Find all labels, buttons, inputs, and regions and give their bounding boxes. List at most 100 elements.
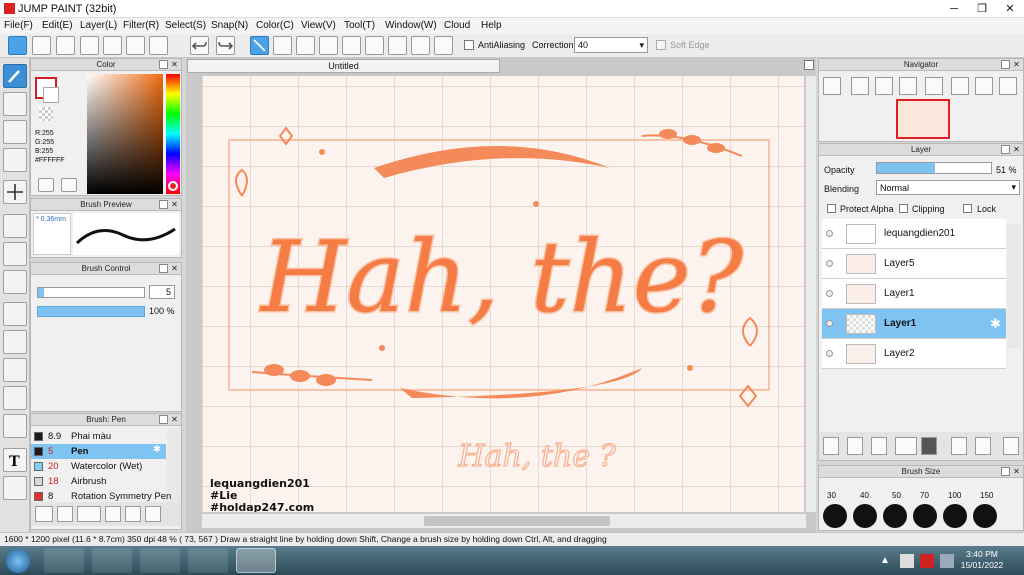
brush-tree-icon[interactable] (35, 506, 53, 522)
rotate-icon[interactable] (925, 77, 943, 95)
layer-text-icon[interactable] (871, 437, 887, 455)
snap-settings-icon[interactable] (434, 36, 453, 55)
brush-size-option[interactable]: 30 (827, 491, 836, 500)
zoom-in-icon[interactable] (823, 77, 841, 95)
snap-parallel-icon[interactable] (273, 36, 292, 55)
jump-paint-taskbar-icon[interactable] (236, 548, 276, 573)
visibility-icon[interactable] (826, 320, 833, 327)
zoom-out-icon[interactable] (899, 77, 917, 95)
visibility-icon[interactable] (826, 350, 833, 357)
folder-icon[interactable] (188, 548, 228, 573)
horizontal-scrollbar[interactable] (202, 514, 806, 528)
network-icon[interactable] (940, 554, 954, 568)
menu-help[interactable]: Help (481, 20, 502, 31)
layer-scrollbar[interactable] (1007, 224, 1021, 348)
rectangle-select-icon[interactable] (3, 120, 27, 144)
menu-select[interactable]: Select(S) (165, 20, 206, 31)
protect-alpha-checkbox[interactable] (827, 204, 836, 213)
brush-item[interactable]: 8 Rotation Symmetry Pen (31, 489, 181, 504)
vertical-scrollbar[interactable] (806, 76, 816, 512)
tray-flag-icon[interactable] (900, 554, 914, 568)
new-brush-icon[interactable] (57, 506, 73, 522)
background-color-swatch[interactable] (43, 87, 59, 103)
saturation-value-picker[interactable] (87, 74, 163, 194)
brush-size-option[interactable]: 40 (860, 491, 869, 500)
brush-opacity-slider[interactable] (37, 306, 145, 317)
lock-checkbox[interactable] (963, 204, 972, 213)
menu-cloud[interactable]: Cloud (444, 20, 470, 31)
brush-settings-icon[interactable]: ✱ (153, 444, 161, 455)
undo-icon[interactable] (190, 36, 209, 55)
snap-grid-icon[interactable] (296, 36, 315, 55)
antialiasing-checkbox[interactable] (464, 40, 474, 50)
media-player-icon[interactable] (44, 548, 84, 573)
move-tool-icon[interactable] (3, 180, 27, 204)
horizontal-scroll-thumb[interactable] (424, 516, 610, 526)
chrome-icon[interactable] (140, 548, 180, 573)
flip-icon[interactable] (951, 77, 969, 95)
brush-folder-icon[interactable] (125, 506, 141, 522)
palette-icon[interactable] (38, 178, 54, 192)
brush-size-option[interactable]: 70 (920, 491, 929, 500)
brush-size-dot[interactable] (853, 504, 877, 528)
maximize-button[interactable]: ❐ (968, 0, 996, 18)
tray-app-icon[interactable] (920, 554, 934, 568)
brush-size-value[interactable]: 5 (149, 285, 175, 299)
document-minimize-icon[interactable] (804, 60, 814, 70)
blending-select[interactable]: Normal ▾ (876, 180, 1020, 195)
fill-rect-icon[interactable] (3, 214, 27, 238)
brush-tool-icon[interactable] (3, 64, 27, 88)
snap-circle-icon[interactable] (388, 36, 407, 55)
menu-edit[interactable]: Edit(E) (42, 20, 73, 31)
page-icon[interactable] (80, 36, 99, 55)
brush-item[interactable]: 18 Airbrush (31, 474, 181, 489)
snap-radial-icon[interactable] (365, 36, 384, 55)
snap-curve-icon[interactable] (411, 36, 430, 55)
text-tool-icon[interactable]: T (3, 448, 27, 472)
brush-item[interactable]: 8.9 Phai màu (31, 429, 181, 444)
navigator-thumbnail[interactable] (896, 99, 950, 139)
document-icon[interactable] (103, 36, 122, 55)
menu-filter[interactable]: Filter(R) (123, 20, 159, 31)
app-taskbar-icon[interactable] (92, 548, 132, 573)
visibility-icon[interactable] (826, 290, 833, 297)
hand-tool-icon[interactable] (3, 476, 27, 500)
tray-arrow-icon[interactable]: ▲ (880, 555, 892, 567)
select-rect-icon[interactable] (3, 302, 27, 326)
layer-row[interactable]: Layer1 (822, 279, 1006, 309)
brush-size-dot[interactable] (823, 504, 847, 528)
menu-color[interactable]: Color(C) (256, 20, 294, 31)
merge-layer-icon[interactable] (975, 437, 991, 455)
hue-slider[interactable] (166, 74, 180, 194)
menu-view[interactable]: View(V) (301, 20, 336, 31)
brush-add-menu-icon[interactable] (77, 506, 101, 522)
brush-item-selected[interactable]: 5 Pen ✱ (31, 444, 166, 459)
document-tab[interactable]: Untitled (187, 59, 500, 73)
cloud-icon[interactable] (8, 36, 27, 55)
eyedropper-icon[interactable] (61, 178, 77, 192)
bucket-icon[interactable] (3, 242, 27, 266)
brush-duplicate-icon[interactable] (145, 506, 161, 522)
drawing-canvas[interactable]: Hah, the? Hah, the ? lequangdien201 #Lie… (202, 76, 804, 512)
transparent-swatch[interactable] (39, 107, 53, 121)
delete-layer-icon[interactable] (1003, 437, 1019, 455)
duplicate-layer-icon[interactable] (951, 437, 967, 455)
layer-row-selected[interactable]: Layer1 ✱ (822, 309, 1006, 339)
snap-vanishing-icon[interactable] (342, 36, 361, 55)
lasso-icon[interactable] (3, 330, 27, 354)
snap-cross-icon[interactable] (319, 36, 338, 55)
gradient-icon[interactable] (3, 270, 27, 294)
brush-copy-icon[interactable] (105, 506, 121, 522)
redo-icon[interactable] (216, 36, 235, 55)
layer-folder-icon[interactable] (921, 437, 937, 455)
layer-settings-icon[interactable]: ✱ (990, 316, 1001, 332)
menu-snap[interactable]: Snap(N) (211, 20, 248, 31)
layer-row[interactable]: Layer2 (822, 339, 1006, 369)
menu-tool[interactable]: Tool(T) (344, 20, 375, 31)
copy-layer-icon[interactable] (847, 437, 863, 455)
clipping-checkbox[interactable] (899, 204, 908, 213)
brush-size-dot[interactable] (973, 504, 997, 528)
magic-wand-icon[interactable] (3, 358, 27, 382)
export-icon[interactable] (32, 36, 51, 55)
brush-size-dot[interactable] (913, 504, 937, 528)
